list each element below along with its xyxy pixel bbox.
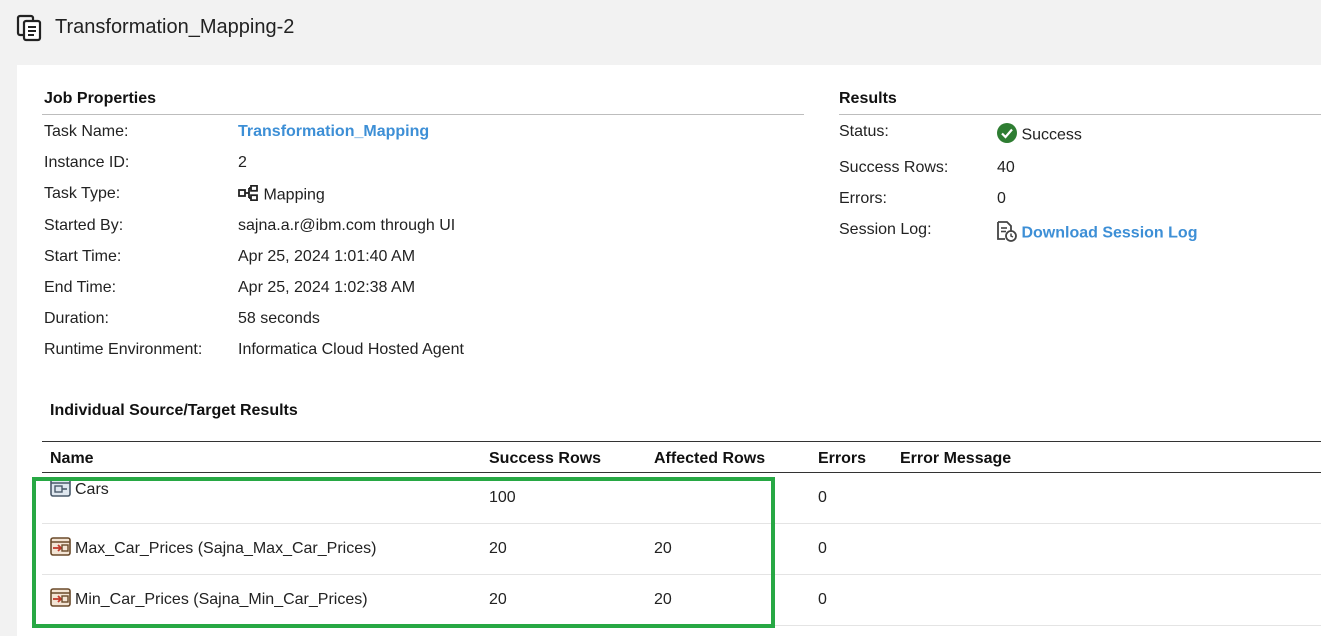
target-icon: [50, 537, 71, 561]
individual-results-table: Name Success Rows Affected Rows Errors E…: [42, 441, 1321, 626]
title-bar: Transformation_Mapping-2: [0, 0, 1321, 60]
row-error-message: [900, 574, 1321, 626]
table-row[interactable]: Min_Car_Prices (Sajna_Min_Car_Prices) 20…: [42, 574, 1321, 626]
column-header-affected-rows[interactable]: Affected Rows: [654, 441, 818, 473]
task-name-label: Task Name:: [44, 123, 129, 140]
target-icon: [50, 588, 71, 612]
status-label: Status:: [839, 123, 889, 140]
instance-id-value: 2: [238, 154, 247, 171]
session-log-wrap: Download Session Log: [995, 220, 1197, 247]
runtime-environment-label: Runtime Environment:: [44, 341, 203, 358]
results-heading: Results: [839, 90, 897, 107]
status-value: Success: [1021, 126, 1082, 144]
column-header-error-message[interactable]: Error Message: [900, 441, 1321, 473]
runtime-environment-value: Informatica Cloud Hosted Agent: [238, 341, 464, 358]
row-error-message: [900, 523, 1321, 575]
row-affected-rows: 20: [654, 523, 818, 575]
started-by-value: sajna.a.r@ibm.com through UI: [238, 217, 456, 234]
status-value-wrap: Success: [997, 123, 1082, 148]
row-name: Cars: [75, 481, 109, 499]
column-header-errors[interactable]: Errors: [818, 441, 900, 473]
row-success-rows: 100: [489, 472, 654, 524]
row-error-message: [900, 472, 1321, 524]
copy-document-icon: [16, 14, 44, 42]
mapping-icon: [238, 184, 259, 206]
errors-label: Errors:: [839, 190, 887, 207]
row-affected-rows: [654, 472, 818, 524]
task-name-link[interactable]: Transformation_Mapping: [238, 123, 429, 141]
row-success-rows: 20: [489, 574, 654, 626]
column-header-name[interactable]: Name: [42, 441, 489, 473]
job-properties-heading: Job Properties: [44, 90, 157, 107]
session-log-label: Session Log:: [839, 221, 932, 238]
errors-value: 0: [997, 190, 1006, 207]
task-type-value-wrap: Mapping: [238, 184, 325, 206]
task-type-value: Mapping: [263, 186, 325, 204]
row-success-rows: 20: [489, 523, 654, 575]
task-type-label: Task Type:: [44, 185, 121, 202]
row-errors: 0: [818, 523, 900, 575]
page-title: Transformation_Mapping-2: [55, 16, 295, 38]
row-affected-rows: 20: [654, 574, 818, 626]
table-header-row: Name Success Rows Affected Rows Errors E…: [42, 441, 1321, 473]
table-row[interactable]: Cars 100 0: [42, 472, 1321, 524]
instance-id-label: Instance ID:: [44, 154, 130, 171]
column-header-success-rows[interactable]: Success Rows: [489, 441, 654, 473]
job-properties-divider: [42, 114, 804, 115]
duration-label: Duration:: [44, 310, 109, 327]
end-time-label: End Time:: [44, 279, 117, 296]
row-name: Min_Car_Prices (Sajna_Min_Car_Prices): [75, 591, 368, 609]
source-icon: [50, 478, 71, 502]
start-time-value: Apr 25, 2024 1:01:40 AM: [238, 248, 416, 265]
started-by-label: Started By:: [44, 217, 124, 234]
end-time-value: Apr 25, 2024 1:02:38 AM: [238, 279, 416, 296]
individual-results-heading: Individual Source/Target Results: [50, 402, 298, 419]
row-name: Max_Car_Prices (Sajna_Max_Car_Prices): [75, 540, 377, 558]
download-session-log-link[interactable]: Download Session Log: [1021, 225, 1197, 242]
success-rows-value: 40: [997, 159, 1015, 176]
row-errors: 0: [818, 574, 900, 626]
table-row[interactable]: Max_Car_Prices (Sajna_Max_Car_Prices) 20…: [42, 523, 1321, 575]
duration-value: 58 seconds: [238, 310, 320, 327]
start-time-label: Start Time:: [44, 248, 122, 265]
check-circle-icon: [997, 123, 1017, 148]
success-rows-label: Success Rows:: [839, 159, 949, 176]
log-clock-icon[interactable]: [995, 220, 1017, 247]
row-errors: 0: [818, 472, 900, 524]
results-divider: [839, 114, 1321, 115]
